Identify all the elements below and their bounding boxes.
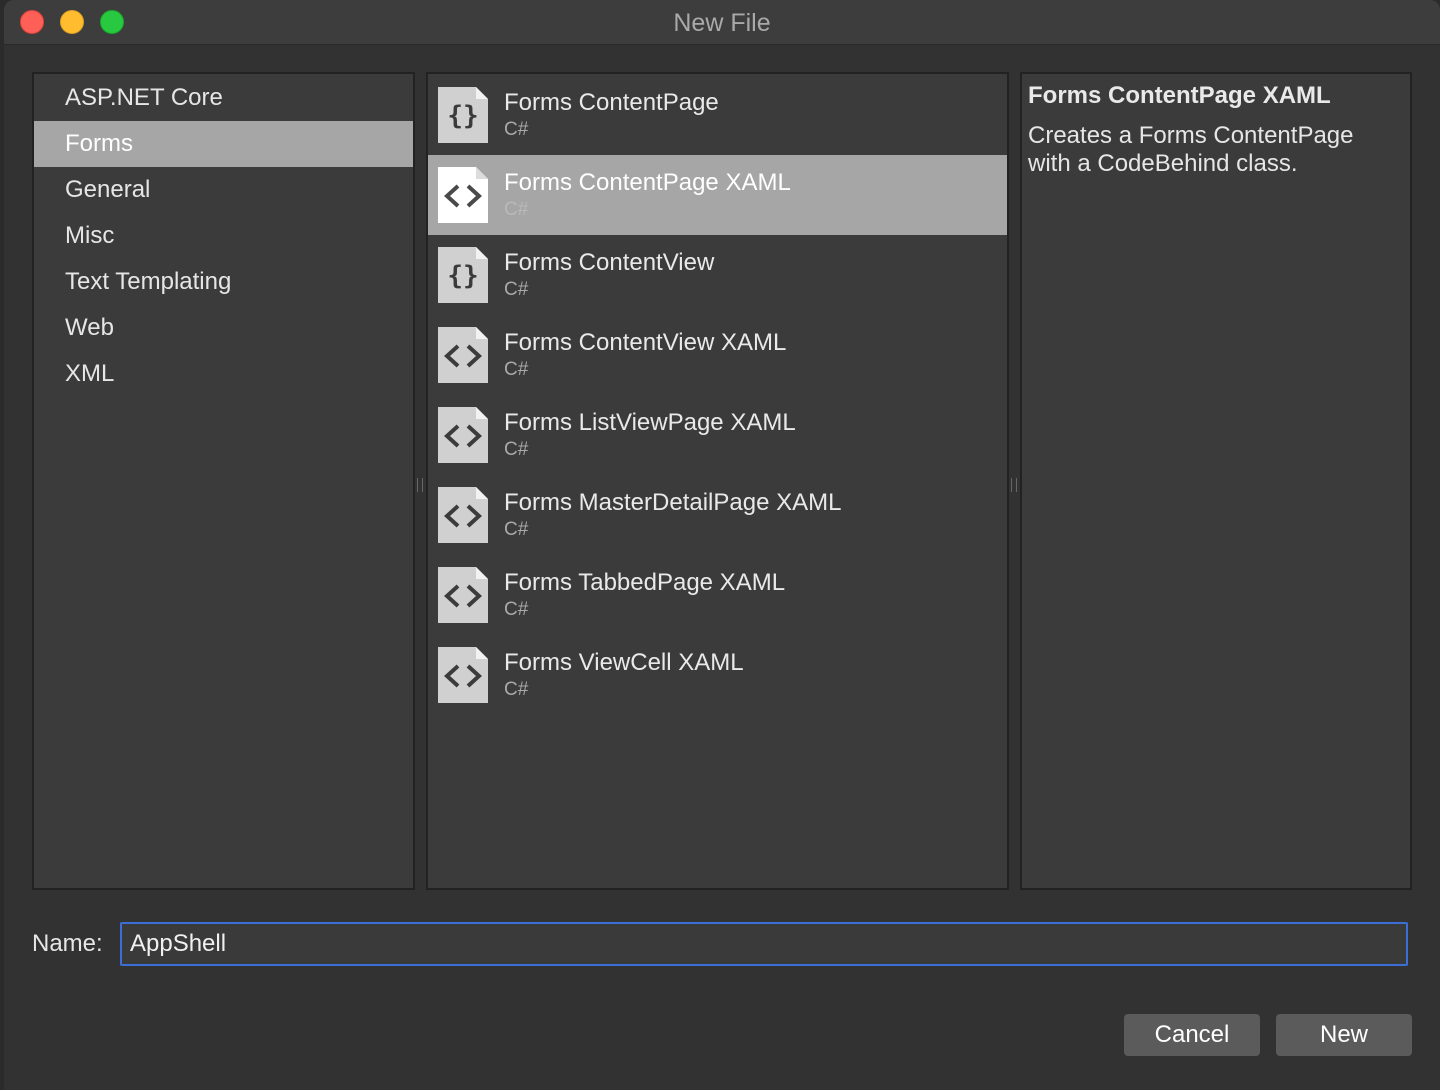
new-button[interactable]: New: [1276, 1014, 1412, 1056]
description-title: Forms ContentPage XAML: [1028, 82, 1331, 109]
template-name: Forms ViewCell XAML: [504, 649, 744, 676]
template-language: C#: [504, 359, 529, 380]
svg-text:{}: {}: [447, 101, 478, 131]
template-name: Forms TabbedPage XAML: [504, 569, 786, 596]
braces-file-icon: {}: [438, 247, 488, 303]
template-language: C#: [504, 439, 529, 460]
template-name: Forms MasterDetailPage XAML: [504, 489, 842, 516]
template-item[interactable]: {} Forms ContentView C#: [428, 235, 1007, 315]
template-name: Forms ListViewPage XAML: [504, 409, 796, 436]
template-language: C#: [504, 519, 529, 540]
template-item[interactable]: Forms ContentPage XAML C#: [428, 155, 1007, 235]
code-file-icon: [438, 167, 488, 223]
template-language: C#: [504, 279, 529, 300]
panel-splitter-handle[interactable]: [417, 478, 423, 492]
template-item[interactable]: Forms ViewCell XAML C#: [428, 635, 1007, 715]
template-description-panel: Forms ContentPage XAML Creates a Forms C…: [1020, 72, 1412, 890]
svg-text:{}: {}: [447, 261, 478, 291]
category-item[interactable]: Text Templating: [34, 259, 413, 305]
panel-splitter-handle[interactable]: [1011, 478, 1017, 492]
template-item[interactable]: Forms TabbedPage XAML C#: [428, 555, 1007, 635]
template-language: C#: [504, 679, 529, 700]
code-file-icon: [438, 487, 488, 543]
new-file-dialog: New File ASP.NET Core Forms General Misc…: [4, 0, 1440, 1090]
category-item[interactable]: ASP.NET Core: [34, 75, 413, 121]
category-item[interactable]: Misc: [34, 213, 413, 259]
template-item[interactable]: Forms MasterDetailPage XAML C#: [428, 475, 1007, 555]
name-label: Name:: [32, 930, 103, 957]
description-text: Creates a Forms ContentPage with a CodeB…: [1028, 122, 1354, 177]
template-language: C#: [504, 119, 529, 140]
category-list: ASP.NET Core Forms General Misc Text Tem…: [32, 72, 415, 890]
template-item[interactable]: Forms ContentView XAML C#: [428, 315, 1007, 395]
template-name: Forms ContentPage XAML: [504, 169, 791, 196]
template-list: {} Forms ContentPage C# Forms ContentPag…: [426, 72, 1009, 890]
template-item[interactable]: Forms ListViewPage XAML C#: [428, 395, 1007, 475]
category-item[interactable]: Forms: [34, 121, 413, 167]
title-bar: New File: [4, 0, 1440, 45]
category-item[interactable]: Web: [34, 305, 413, 351]
braces-file-icon: {}: [438, 87, 488, 143]
code-file-icon: [438, 567, 488, 623]
cancel-button[interactable]: Cancel: [1124, 1014, 1260, 1056]
template-name: Forms ContentView: [504, 249, 715, 276]
category-item[interactable]: General: [34, 167, 413, 213]
code-file-icon: [438, 327, 488, 383]
template-name: Forms ContentView XAML: [504, 329, 787, 356]
template-name: Forms ContentPage: [504, 89, 719, 116]
code-file-icon: [438, 407, 488, 463]
template-item[interactable]: {} Forms ContentPage C#: [428, 75, 1007, 155]
template-language: C#: [504, 199, 529, 220]
category-item[interactable]: XML: [34, 351, 413, 397]
name-input[interactable]: [120, 922, 1408, 966]
window-title: New File: [673, 9, 771, 37]
template-language: C#: [504, 599, 529, 620]
code-file-icon: [438, 647, 488, 703]
